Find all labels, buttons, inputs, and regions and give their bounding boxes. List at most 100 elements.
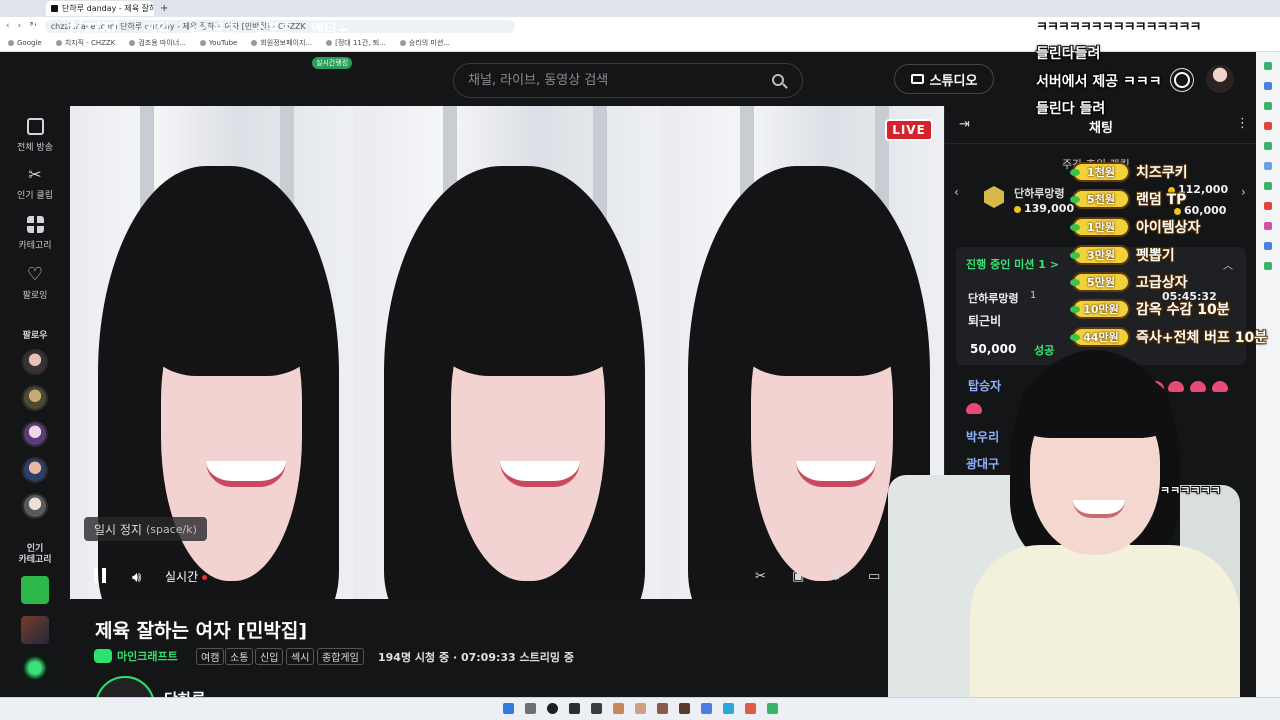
sidebar-item-all-live[interactable]: 전체 방송 <box>0 118 70 153</box>
taskbar-app-icon[interactable] <box>591 703 602 714</box>
stream-tag[interactable]: 소통 <box>225 648 254 665</box>
popular-category-thumb[interactable] <box>21 616 49 644</box>
followed-channel-avatar[interactable] <box>22 457 48 483</box>
bookmark-item[interactable]: 검조용 마이너... <box>129 38 186 48</box>
taskbar-app-icon[interactable] <box>745 703 756 714</box>
nav-enter[interactable]: 엔터+ <box>311 19 349 39</box>
ranking-prev-icon[interactable]: ‹ <box>954 185 959 199</box>
taskbar-app-icon[interactable] <box>635 703 646 714</box>
mission-participants: 1 <box>1030 290 1037 301</box>
stream-category-link[interactable]: 마인크래프트 <box>94 648 178 664</box>
stream-tag[interactable]: 종합게임 <box>317 648 364 665</box>
start-icon[interactable] <box>503 703 514 714</box>
nav-esports[interactable]: e스포츠 <box>190 19 238 39</box>
new-tab-button[interactable]: + <box>160 3 168 14</box>
chevron-up-icon[interactable]: ︿ <box>1223 257 1233 272</box>
donation-amount: 5만원 <box>1070 272 1130 292</box>
sidebar-item-category[interactable]: 카테고리 <box>0 216 70 251</box>
followed-channel-avatar[interactable] <box>22 493 48 519</box>
donation-item: 1천원 치즈쿠키 <box>1070 162 1188 182</box>
pause-icon[interactable] <box>94 568 106 583</box>
nav-game[interactable]: 게임 <box>144 19 170 39</box>
chat-collapse-icon[interactable]: ⇥ <box>959 117 970 132</box>
followed-channel-avatar[interactable] <box>22 421 48 447</box>
taskbar-app-icon[interactable] <box>657 703 668 714</box>
stream-tag[interactable]: 섹시 <box>286 648 315 665</box>
back-icon[interactable]: ‹ <box>6 21 10 31</box>
side-app-icon[interactable] <box>1264 142 1272 150</box>
donation-label: 아이템상자 <box>1136 220 1201 236</box>
donation-label: 감옥 수감 10분 <box>1136 302 1230 318</box>
play-icon <box>26 118 44 135</box>
bookmark-item[interactable]: [정대 11간, 퇴... <box>326 38 386 48</box>
taskbar-app-icon[interactable] <box>569 703 580 714</box>
video-frame-panel <box>353 106 660 599</box>
bookmark-item[interactable]: Google <box>8 39 42 47</box>
grid-icon <box>26 216 44 233</box>
side-app-icon[interactable] <box>1264 122 1272 130</box>
tooltip-shortcut: (space/k) <box>145 522 197 536</box>
overlay-chat-text: 들린다들려 <box>1036 46 1101 62</box>
taskbar-app-icon[interactable] <box>679 703 690 714</box>
category-name: 마인크래프트 <box>117 650 178 663</box>
followed-channel-avatar[interactable] <box>22 385 48 411</box>
donation-amount: 1천원 <box>1070 162 1130 182</box>
more-icon[interactable]: ⋮ <box>1236 116 1249 131</box>
volume-icon[interactable]: 🔊︎ <box>132 568 141 586</box>
taskbar-app-icon[interactable] <box>547 703 558 714</box>
realtime-label[interactable]: 실시간 <box>165 568 207 585</box>
chzzk-favicon-icon <box>51 5 58 12</box>
stream-title: 제육 잘하는 여자 [민박집] <box>95 620 308 642</box>
popular-category-thumb[interactable] <box>21 576 49 604</box>
followed-channel-avatar[interactable] <box>22 349 48 375</box>
side-app-icon[interactable] <box>1264 202 1272 210</box>
menu-icon[interactable] <box>26 19 45 34</box>
bookmark-item[interactable]: 회원정보페이지... <box>251 38 312 48</box>
rank-1-name: 단하루망령 <box>1014 187 1065 200</box>
sidebar-item-following[interactable]: ♡ 팔로잉 <box>0 264 70 302</box>
search-input[interactable] <box>468 73 758 88</box>
live-badge: LIVE <box>885 119 933 141</box>
donation-label: 랜덤 TP <box>1136 192 1187 208</box>
search-icon[interactable] <box>772 74 784 86</box>
stream-tag[interactable]: 여캠 <box>196 648 225 665</box>
taskbar-app-icon[interactable] <box>767 703 778 714</box>
studio-button[interactable]: 스튜디오 <box>894 64 994 94</box>
side-app-icon[interactable] <box>1264 82 1272 90</box>
settings-icon[interactable]: ⚙ <box>830 569 844 584</box>
side-app-icon[interactable] <box>1264 182 1272 190</box>
donation-label: 즉사+전체 버프 10분 <box>1136 330 1268 346</box>
side-app-icon[interactable] <box>1264 62 1272 70</box>
taskbar-app-icon[interactable] <box>525 703 536 714</box>
side-app-icon[interactable] <box>1264 242 1272 250</box>
side-app-icon[interactable] <box>1264 222 1272 230</box>
ranking-next-icon[interactable]: › <box>1241 185 1246 199</box>
stream-tag[interactable]: 신입 <box>255 648 284 665</box>
browser-tab[interactable]: 단하루 danday - 제육 잘하는 여자 [민박집] - CHZZK × <box>46 1 154 16</box>
taskbar-app-icon[interactable] <box>701 703 712 714</box>
sidebar-item-label: 인기 클립 <box>17 191 53 201</box>
popular-category-thumb[interactable] <box>21 654 49 682</box>
screen: 단하루 danday - 제육 잘하는 여자 [민박집] - CHZZK × +… <box>0 0 1280 720</box>
theme-toggle-icon[interactable] <box>1174 72 1190 88</box>
pip-icon[interactable]: ▣ <box>792 569 806 584</box>
side-app-icon[interactable] <box>1264 102 1272 110</box>
mission-link[interactable]: 진행 중인 미션 1 > <box>966 256 1059 272</box>
heart-icon: ♡ <box>26 264 44 285</box>
taskbar-app-icon[interactable] <box>613 703 624 714</box>
sidebar-item-clips[interactable]: ✂ 인기 클립 <box>0 166 70 201</box>
bookmark-item[interactable]: YouTube <box>200 39 237 47</box>
side-app-icon[interactable] <box>1264 262 1272 270</box>
chzzk-logo[interactable]: 치지직 <box>62 15 115 44</box>
studio-label: 스튜디오 <box>929 73 978 89</box>
follow-section-label: 팔로우 <box>22 331 48 341</box>
side-app-icon[interactable] <box>1264 162 1272 170</box>
profile-avatar[interactable] <box>1206 65 1234 93</box>
donation-amount: 1만원 <box>1070 217 1130 237</box>
clip-icon[interactable]: ✂ <box>755 569 769 584</box>
nav-sports[interactable]: 스포츠 <box>254 19 293 39</box>
taskbar-app-icon[interactable] <box>723 703 734 714</box>
overlay-chat-text: ㅋㅋㅋㅋㅋㅋ <box>1160 484 1221 497</box>
forward-icon[interactable]: › <box>18 21 22 31</box>
bookmark-item[interactable]: 승리의 미션... <box>400 38 450 48</box>
